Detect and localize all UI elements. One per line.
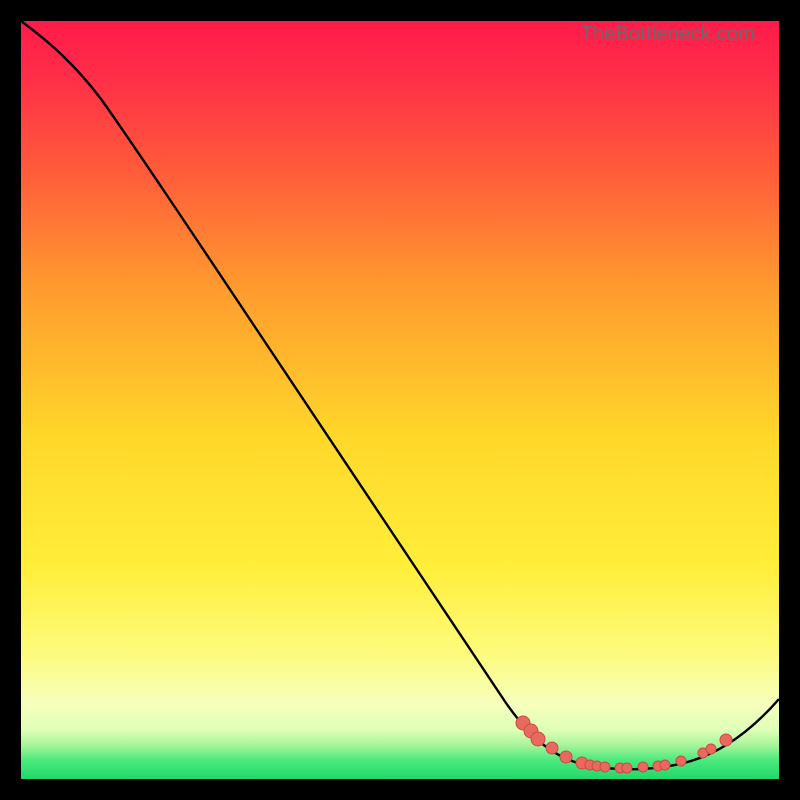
marker [706, 744, 716, 754]
marker [660, 760, 670, 770]
marker [531, 732, 545, 746]
marker [638, 762, 648, 772]
marker [622, 763, 632, 773]
marker [560, 751, 572, 763]
chart-stage: TheBottleneck.com [0, 0, 800, 800]
bottleneck-curve [21, 21, 779, 769]
curve-layer [21, 21, 779, 779]
marker [600, 762, 610, 772]
marker-group [516, 716, 732, 773]
marker [720, 734, 732, 746]
marker [676, 756, 686, 766]
plot-area: TheBottleneck.com [21, 21, 779, 779]
marker [546, 742, 558, 754]
